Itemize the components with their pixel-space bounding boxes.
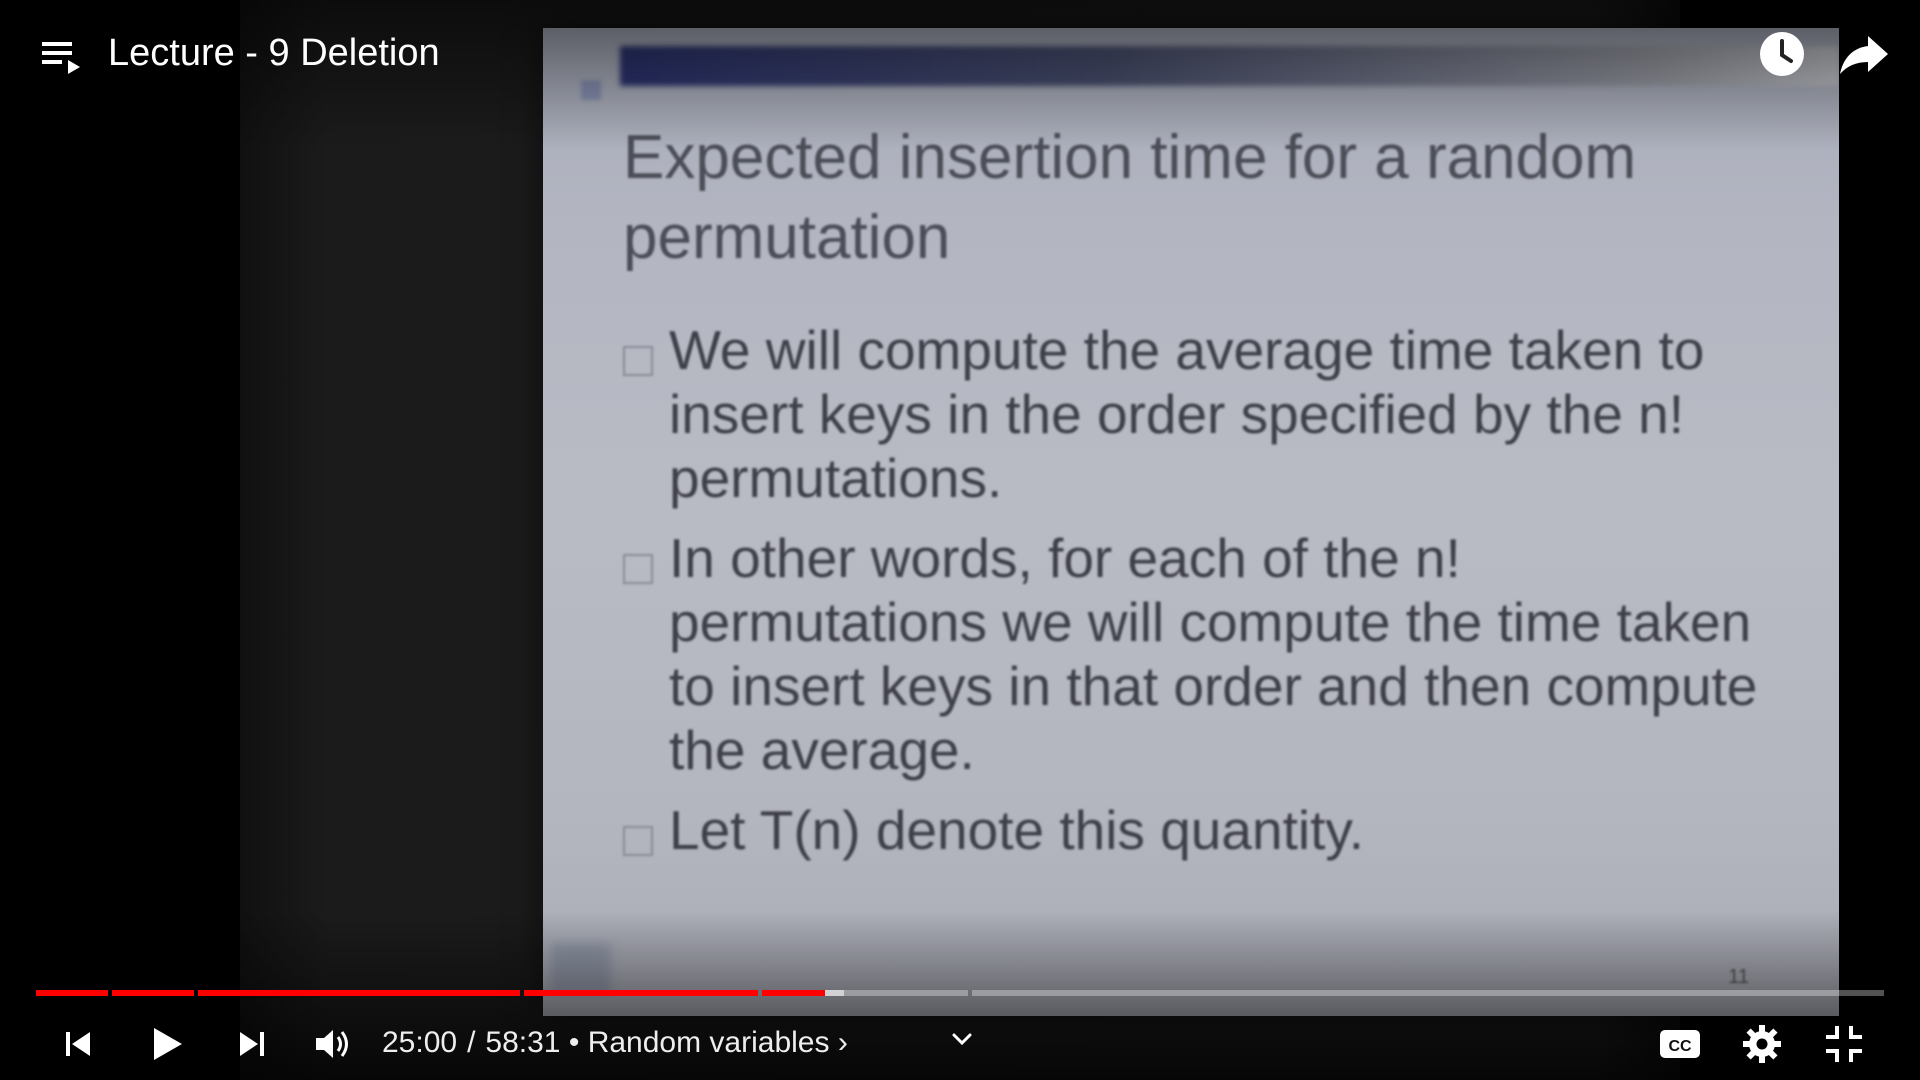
progress-bar[interactable] (36, 990, 1884, 996)
watch-later-button[interactable] (1756, 28, 1808, 80)
chapter-arrow-icon: › (837, 1026, 848, 1059)
settings-button[interactable] (1736, 1018, 1788, 1070)
progress-chapter-segment[interactable] (762, 990, 968, 996)
progress-played (112, 990, 194, 996)
slide-bullet: We will compute the average time taken t… (623, 318, 1783, 510)
bullet-box-icon (623, 346, 653, 376)
chapter-bullet: • (568, 1026, 580, 1059)
slide-bullet-text: We will compute the average time taken t… (669, 319, 1705, 509)
cc-icon: CC (1660, 1030, 1700, 1058)
progress-chapter-segment[interactable] (198, 990, 520, 996)
chevron-down-icon (952, 1033, 972, 1046)
skip-next-icon (240, 1032, 264, 1056)
volume-button[interactable] (306, 1018, 358, 1070)
progress-chapter-segment[interactable] (524, 990, 758, 996)
share-button[interactable] (1836, 28, 1892, 80)
chapter-link[interactable]: • Random variables › (569, 1026, 848, 1059)
progress-chapter-segment[interactable] (112, 990, 194, 996)
skip-previous-icon (66, 1032, 90, 1056)
progress-played (524, 990, 758, 996)
exit-fullscreen-icon (1826, 1026, 1862, 1062)
bullet-box-icon (623, 826, 653, 856)
next-button[interactable] (226, 1018, 278, 1070)
time-display: 25:00 / 58:31 • Random variables › (382, 1023, 848, 1063)
time-separator: / (467, 1026, 476, 1059)
title-bar: Lecture - 9 Deletion (0, 0, 1920, 110)
clock-icon (1760, 32, 1804, 76)
progress-played (36, 990, 108, 996)
gear-icon (1743, 1025, 1781, 1063)
volume-icon (316, 1030, 348, 1058)
video-title[interactable]: Lecture - 9 Deletion (108, 30, 440, 76)
slide-bullet: In other words, for each of the n! permu… (623, 526, 1783, 782)
captions-button[interactable]: CC (1654, 1018, 1706, 1070)
exit-fullscreen-button[interactable] (1818, 1018, 1870, 1070)
play-icon (154, 1028, 182, 1060)
chapter-menu-button[interactable] (944, 1022, 980, 1058)
slide-bullets: We will compute the average time taken t… (623, 318, 1783, 878)
play-button[interactable] (140, 1018, 192, 1070)
slide-bullet-text: In other words, for each of the n! permu… (669, 527, 1758, 781)
previous-button[interactable] (52, 1018, 104, 1070)
svg-text:CC: CC (1668, 1038, 1692, 1055)
player-controls: 25:00 / 58:31 • Random variables › CC (0, 1010, 1920, 1070)
chapter-title: Random variables (587, 1026, 830, 1059)
current-time: 25:00 (382, 1026, 458, 1059)
progress-played (198, 990, 520, 996)
bullet-box-icon (623, 554, 653, 584)
duration: 58:31 (485, 1026, 561, 1059)
progress-played (762, 990, 826, 996)
progress-chapter-segment[interactable] (36, 990, 108, 996)
progress-chapter-segment[interactable] (972, 990, 1884, 996)
slide-bullet: Let T(n) denote this quantity. (623, 798, 1783, 862)
share-arrow-icon (1840, 36, 1888, 74)
lecture-slide: Expected insertion time for a random per… (543, 28, 1839, 1016)
playlist-icon (42, 42, 80, 74)
slide-bullet-text: Let T(n) denote this quantity. (669, 799, 1365, 861)
playlist-button[interactable] (36, 32, 86, 82)
